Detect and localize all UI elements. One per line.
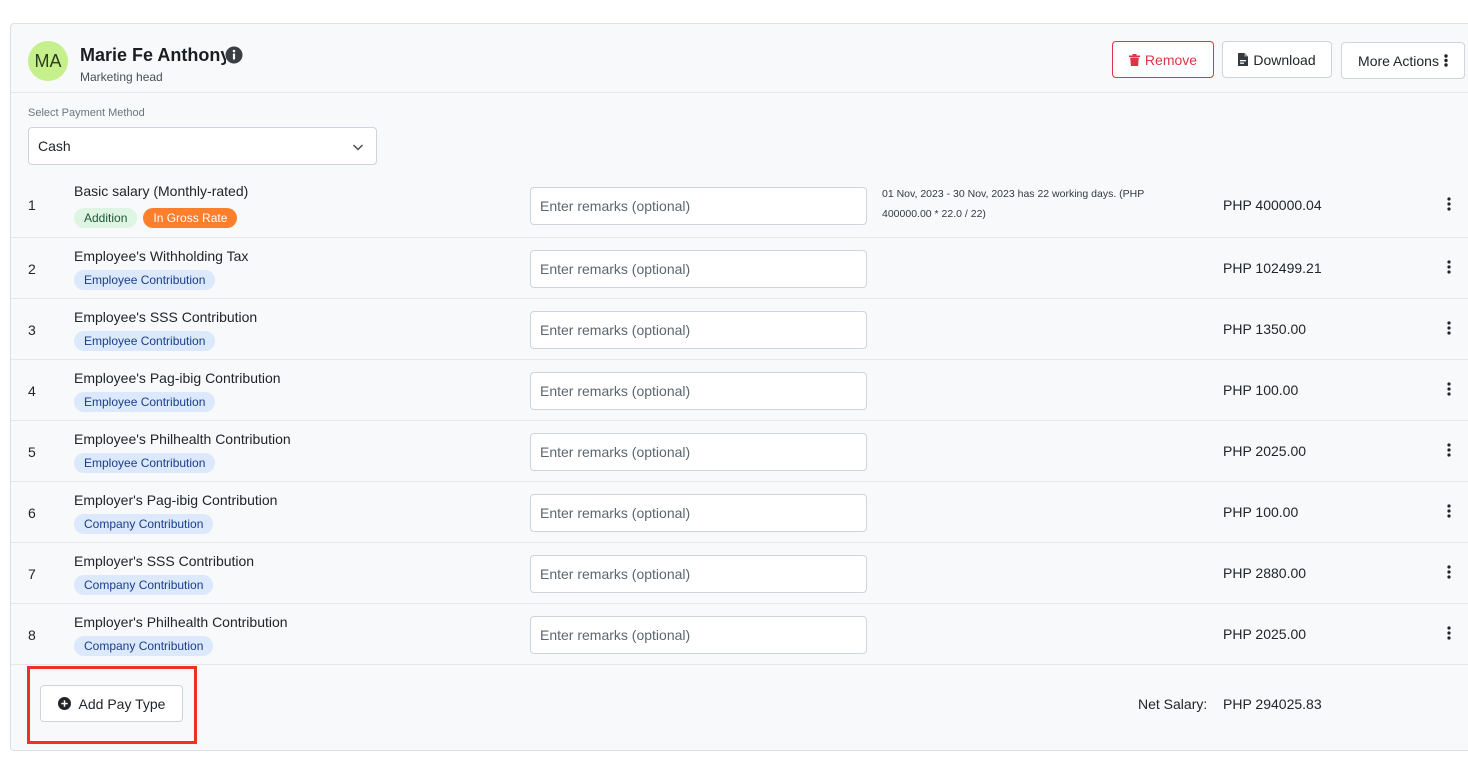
gross-rate-badge: In Gross Rate <box>143 208 238 228</box>
pay-item-amount: PHP 2025.00 <box>1223 443 1307 459</box>
pay-item-amount: PHP 100.00 <box>1223 504 1299 520</box>
net-salary-label: Net Salary: <box>1138 696 1208 712</box>
pay-item-row: 7 Employer's SSS Contribution Company Co… <box>11 543 1468 604</box>
pay-item-title: Employer's SSS Contribution <box>74 553 255 569</box>
row-number: 7 <box>28 566 36 582</box>
row-menu-button[interactable] <box>1443 197 1455 213</box>
pay-item-amount: PHP 100.00 <box>1223 382 1299 398</box>
vertical-ellipsis-icon <box>1444 54 1448 67</box>
pay-item-title: Employer's Pag-ibig Contribution <box>74 492 278 508</box>
pay-item-row: 1 Basic salary (Monthly-rated) Addition … <box>11 173 1468 238</box>
row-menu-button[interactable] <box>1443 260 1455 276</box>
pay-item-title: Employee's Pag-ibig Contribution <box>74 370 281 386</box>
addition-badge: Addition <box>74 208 138 228</box>
pay-item-title: Basic salary (Monthly-rated) <box>74 183 249 199</box>
highlight-box <box>27 666 197 744</box>
row-menu-button[interactable] <box>1443 626 1455 642</box>
trash-icon <box>1128 53 1140 66</box>
remarks-input[interactable] <box>530 555 867 593</box>
pay-item-amount: PHP 2880.00 <box>1223 565 1307 581</box>
row-number: 2 <box>28 261 36 277</box>
vertical-ellipsis-icon <box>1447 382 1451 396</box>
employee-contribution-badge: Employee Contribution <box>74 331 216 351</box>
row-number: 5 <box>28 444 36 460</box>
pay-item-row: 2 Employee's Withholding Tax Employee Co… <box>11 238 1468 299</box>
pay-item-row: 5 Employee's Philhealth Contribution Emp… <box>11 421 1468 482</box>
remarks-input[interactable] <box>530 187 867 225</box>
row-menu-button[interactable] <box>1443 504 1455 520</box>
vertical-ellipsis-icon <box>1447 626 1451 640</box>
row-number: 3 <box>28 322 36 338</box>
vertical-ellipsis-icon <box>1447 504 1451 518</box>
row-menu-button[interactable] <box>1443 321 1455 337</box>
remarks-input[interactable] <box>530 311 867 349</box>
vertical-ellipsis-icon <box>1447 443 1451 457</box>
pay-item-row: 4 Employee's Pag-ibig Contribution Emplo… <box>11 360 1468 421</box>
pay-item-amount: PHP 2025.00 <box>1223 626 1307 642</box>
row-number: 4 <box>28 383 36 399</box>
employee-contribution-badge: Employee Contribution <box>74 270 216 290</box>
vertical-ellipsis-icon <box>1447 260 1451 274</box>
info-icon[interactable] <box>225 46 243 64</box>
company-contribution-badge: Company Contribution <box>74 514 214 534</box>
remarks-input[interactable] <box>530 433 867 471</box>
employee-role: Marketing head <box>80 70 163 84</box>
row-number: 6 <box>28 505 36 521</box>
avatar: MA <box>28 41 68 81</box>
company-contribution-badge: Company Contribution <box>74 636 214 656</box>
download-label: Download <box>1253 51 1316 68</box>
payroll-card: MA Marie Fe Anthony Marketing head Remov… <box>10 23 1468 751</box>
chevron-down-icon <box>352 144 364 151</box>
row-number: 1 <box>28 197 36 213</box>
employee-contribution-badge: Employee Contribution <box>74 453 216 473</box>
pay-item-amount: PHP 400000.04 <box>1223 197 1322 213</box>
employee-name: Marie Fe Anthony <box>80 45 226 65</box>
pay-item-row: 3 Employee's SSS Contribution Employee C… <box>11 299 1468 360</box>
company-contribution-badge: Company Contribution <box>74 575 214 595</box>
pay-item-title: Employee's SSS Contribution <box>74 309 258 325</box>
more-actions-button[interactable]: More Actions <box>1341 42 1465 79</box>
pdf-file-icon <box>1238 53 1249 66</box>
employee-contribution-badge: Employee Contribution <box>74 392 216 412</box>
employee-header: MA Marie Fe Anthony Marketing head Remov… <box>11 24 1468 93</box>
remarks-input[interactable] <box>530 616 867 654</box>
remove-button[interactable]: Remove <box>1112 41 1214 78</box>
payment-method-label: Select Payment Method <box>28 107 145 119</box>
row-menu-button[interactable] <box>1443 382 1455 398</box>
remove-label: Remove <box>1144 51 1198 68</box>
pay-item-row: 6 Employer's Pag-ibig Contribution Compa… <box>11 482 1468 543</box>
payment-method-value: Cash <box>38 138 71 154</box>
remarks-input[interactable] <box>530 494 867 532</box>
download-button[interactable]: Download <box>1222 41 1332 78</box>
row-number: 8 <box>28 627 36 643</box>
pay-item-title: Employer's Philhealth Contribution <box>74 614 288 630</box>
remarks-input[interactable] <box>530 250 867 288</box>
net-salary-value: PHP 294025.83 <box>1223 696 1322 712</box>
vertical-ellipsis-icon <box>1447 321 1451 335</box>
working-days-note: 01 Nov, 2023 - 30 Nov, 2023 has 22 worki… <box>882 188 1145 220</box>
payment-method-select[interactable]: Cash <box>28 127 377 165</box>
pay-item-amount: PHP 1350.00 <box>1223 321 1307 337</box>
pay-item-title: Employee's Philhealth Contribution <box>74 431 291 447</box>
row-menu-button[interactable] <box>1443 565 1455 581</box>
vertical-ellipsis-icon <box>1447 565 1451 579</box>
pay-item-title: Employee's Withholding Tax <box>74 248 249 264</box>
vertical-ellipsis-icon <box>1447 197 1451 211</box>
pay-item-row: 8 Employer's Philhealth Contribution Com… <box>11 604 1468 665</box>
row-menu-button[interactable] <box>1443 443 1455 459</box>
pay-item-amount: PHP 102499.21 <box>1223 260 1322 276</box>
remarks-input[interactable] <box>530 372 867 410</box>
more-actions-label: More Actions <box>1358 52 1439 69</box>
